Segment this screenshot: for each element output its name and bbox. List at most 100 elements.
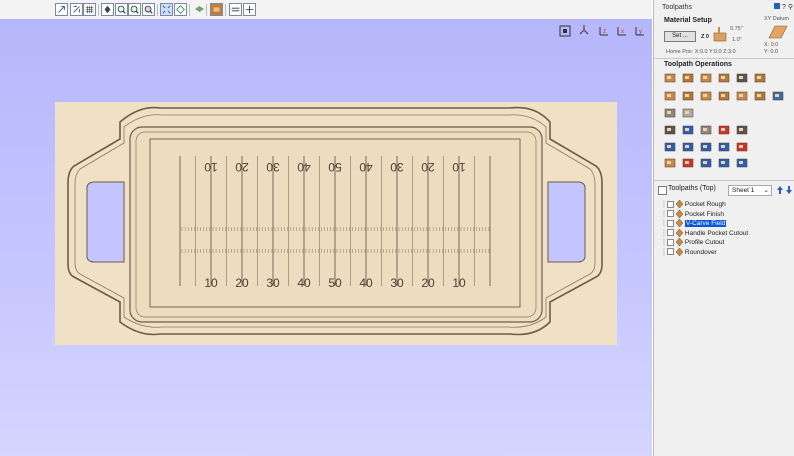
zoom-out-icon[interactable] [128, 3, 141, 16]
toolpath-checkbox[interactable] [666, 219, 674, 227]
text-op-icon[interactable] [736, 124, 748, 136]
fluting-op-icon[interactable] [772, 90, 784, 102]
toolpath-icon [675, 200, 683, 209]
vcarve-op-icon[interactable] [718, 124, 730, 136]
vcarve-op-icon[interactable] [718, 141, 730, 153]
toolpath-label: Pocket Finish [684, 210, 724, 218]
z-zero-label: Z 0 [701, 34, 709, 40]
transform-icon[interactable] [174, 3, 187, 16]
profile-op-icon[interactable] [682, 90, 694, 102]
yard-number: 40 [359, 160, 373, 174]
3d-view[interactable]: z x y 10 20 30 40 50 40 30 20 10 10 20 30 40 50 40 30 2… [0, 19, 652, 456]
toolpath-label: V-Carve Field [684, 220, 727, 227]
material-set-button[interactable]: Set ... [664, 31, 696, 42]
profile-op-icon[interactable] [682, 124, 694, 136]
toolpath-checkbox[interactable] [666, 229, 674, 237]
grid-icon[interactable] [83, 3, 96, 16]
pocket-op-icon[interactable] [664, 107, 676, 119]
pocket-op-icon[interactable] [664, 90, 676, 102]
material-setup-heading: Material Setup [664, 17, 712, 24]
move-down-icon[interactable] [785, 185, 793, 195]
yard-number: 10 [204, 276, 218, 290]
yard-number: 20 [235, 160, 249, 174]
window-layout-icon[interactable] [229, 3, 242, 16]
xy-datum-y: Y: 0.0 [764, 49, 779, 55]
yard-number: 30 [266, 276, 280, 290]
home-position: Home Pos: X:0.0 Y:0.0 Z:3.0 [666, 49, 736, 55]
toolpath-item[interactable]: ┆ Handle Pocket Cutout [662, 228, 749, 239]
xy-datum-label: XY Datum [764, 16, 789, 22]
text-op-icon[interactable] [736, 72, 748, 84]
toolpath-item[interactable]: ┆ Pocket Finish [662, 209, 724, 220]
pocket [129, 126, 543, 323]
panel-title: Toolpaths [662, 4, 692, 11]
toolpath-item[interactable]: ┆ V-Carve Field [662, 219, 727, 229]
toolpaths-header: Toolpaths (Top) [668, 185, 716, 192]
vcarve-op-icon[interactable] [718, 90, 730, 102]
yard-number: 10 [204, 160, 218, 174]
move-up-icon[interactable] [776, 185, 784, 195]
text-op-icon[interactable] [736, 157, 748, 169]
layers-icon[interactable] [193, 3, 206, 16]
material-block-icon [712, 27, 728, 43]
profile-op-icon[interactable] [682, 72, 694, 84]
top-yard-numbers: 10 20 30 40 50 40 30 20 10 [204, 160, 466, 174]
yard-number: 40 [297, 160, 311, 174]
zoom-selection-icon[interactable] [70, 3, 83, 16]
toolpath-checkbox[interactable] [666, 210, 674, 218]
xy-datum-icon[interactable] [767, 24, 789, 40]
text-op-icon[interactable] [736, 141, 748, 153]
yard-number: 50 [328, 276, 342, 290]
zoom-extents-icon[interactable] [55, 3, 68, 16]
vcarve-op-icon[interactable] [718, 72, 730, 84]
vcarve-op-icon[interactable] [718, 157, 730, 169]
profile-op-icon[interactable] [682, 107, 694, 119]
toolpath-label: Roundover [684, 248, 717, 256]
pocket-op-icon[interactable] [664, 72, 676, 84]
engrave-op-icon[interactable] [754, 72, 766, 84]
drill-op-icon[interactable] [700, 124, 712, 136]
handle-hole-right [547, 181, 586, 263]
yard-number: 10 [452, 276, 466, 290]
zoom-window-icon[interactable] [142, 3, 155, 16]
yard-number: 30 [390, 160, 404, 174]
toolpath-checkbox[interactable] [666, 248, 674, 256]
toolpath-icon [675, 209, 683, 218]
engrave-op-icon[interactable] [754, 90, 766, 102]
toolpath-item[interactable]: ┆ Profile Cutout [662, 238, 724, 248]
pocket-op-icon[interactable] [664, 124, 676, 136]
pocket-op-icon[interactable] [664, 157, 676, 169]
thickness-bottom: 1.0" [732, 37, 742, 43]
toolpath-checkbox[interactable] [666, 200, 674, 208]
yard-number: 20 [235, 276, 249, 290]
toolpath-item[interactable]: ┆ Roundover [662, 247, 717, 258]
toolpath-item[interactable]: ┆ Pocket Rough [662, 200, 726, 210]
yard-number: 30 [266, 160, 280, 174]
tray-model[interactable]: 10 20 30 40 50 40 30 20 10 10 20 30 40 50 40 30 20 10 [0, 19, 652, 456]
panel-help-icon[interactable]: ? ⚲ [774, 3, 793, 11]
text-op-icon[interactable] [736, 90, 748, 102]
profile-op-icon[interactable] [682, 157, 694, 169]
toolpaths-visibility-checkbox[interactable] [658, 186, 667, 195]
drill-op-icon[interactable] [700, 72, 712, 84]
zoom-in-icon[interactable] [115, 3, 128, 16]
profile-op-icon[interactable] [682, 141, 694, 153]
toolpath-checkbox[interactable] [666, 238, 674, 246]
toolpath-label: Handle Pocket Cutout [684, 229, 749, 237]
drill-op-icon[interactable] [700, 90, 712, 102]
drill-op-icon[interactable] [700, 157, 712, 169]
bottom-yard-numbers: 10 20 30 40 50 40 30 20 10 [204, 276, 466, 290]
thickness-top: 0.75" [730, 26, 743, 32]
toolpath-icon [675, 247, 683, 256]
select-mode-icon[interactable] [160, 3, 173, 16]
pocket-op-icon[interactable] [664, 141, 676, 153]
split-view-icon[interactable] [243, 3, 256, 16]
drill-op-icon[interactable] [700, 141, 712, 153]
toolpath-label: Pocket Rough [684, 201, 726, 208]
pan-icon[interactable] [101, 3, 114, 16]
toolpath-icon [675, 219, 683, 228]
toolpath-icon [675, 228, 683, 237]
yard-number: 40 [359, 276, 373, 290]
sheet-select[interactable]: Sheet 1 ⌄ [728, 185, 772, 196]
material-icon[interactable] [210, 3, 223, 16]
